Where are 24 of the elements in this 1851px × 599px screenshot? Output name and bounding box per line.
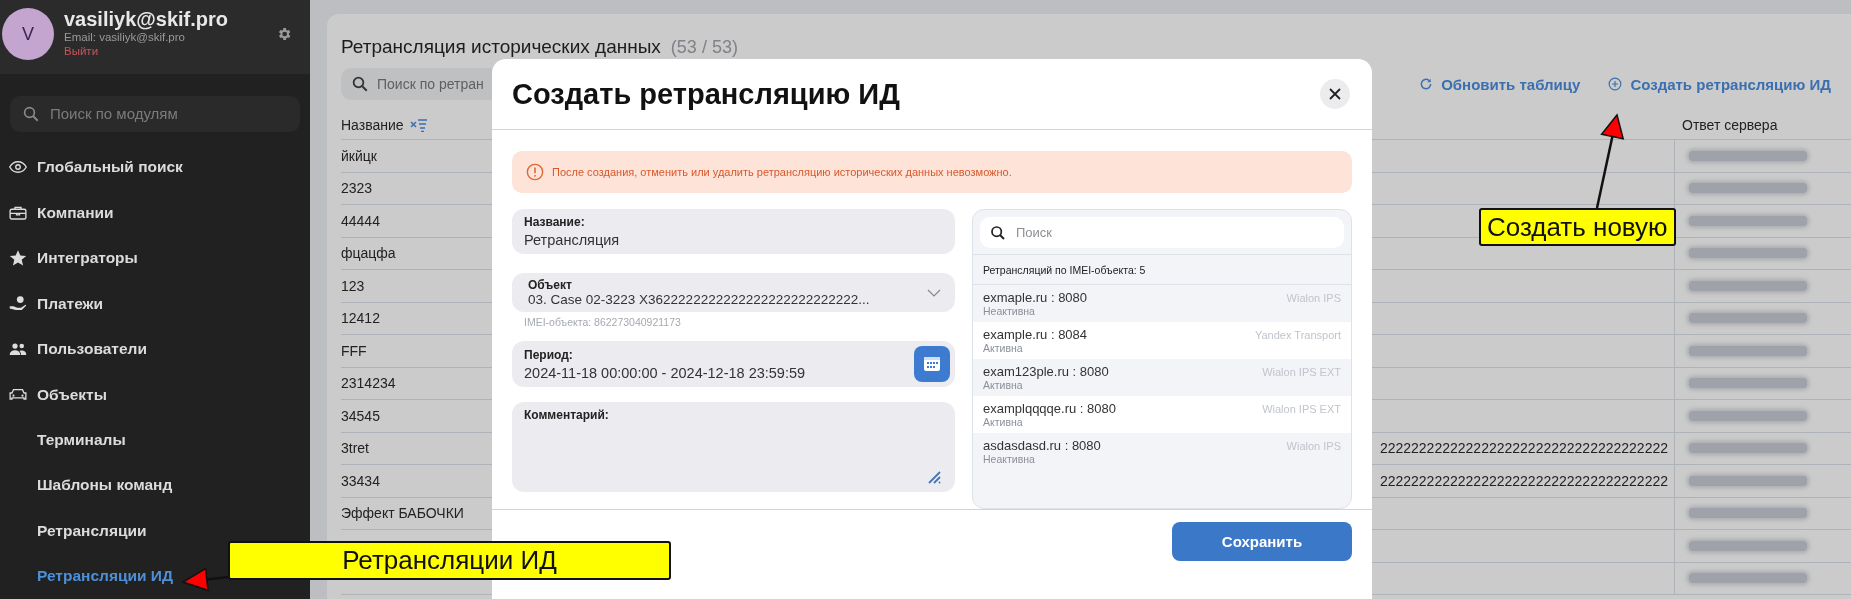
table-cell: 2323 [341, 180, 373, 197]
table-cell: 2222222222222222222222222222222222222 [1379, 472, 1668, 489]
table-cell: Эффект БАБОЧКИ [341, 505, 464, 522]
callout-label: Создать новую [1479, 208, 1676, 246]
table-cell: 2222222222222222222222222222222222222 [1379, 440, 1668, 457]
warning-text: После создания, отменить или удалить ретрансляцию исторических данных невозможно. [552, 166, 1012, 178]
page-title: Ретрансляция исторических данных [341, 36, 661, 58]
user-email: Email: vasiliyk@skif.pro [64, 30, 186, 44]
field-hint: IMEI-объекта: 862273040921173 [523, 315, 682, 328]
user-name: vasiliyk@skif.pro [64, 8, 230, 30]
table-cell: 12412 [341, 310, 380, 327]
list-count: Ретрансляций по IMEI-объекта: 5 [983, 263, 1146, 276]
table-cell: 2314234 [341, 375, 396, 392]
table-cell: 33434 [341, 472, 380, 489]
table-cell: йкйцк [341, 147, 377, 164]
dialog-title: Создать ретрансляцию ИД [512, 77, 900, 111]
table-cell: 34545 [341, 407, 380, 424]
record-count: (53 / 53) [670, 37, 738, 58]
table-cell: 44444 [341, 212, 380, 229]
callout-label: Ретрансляции ИД [228, 541, 671, 580]
table-cell: FFF [341, 342, 367, 359]
table-cell: фцацфа [341, 245, 396, 262]
table-cell: 3tret [341, 440, 369, 457]
table-cell: 123 [341, 277, 365, 294]
